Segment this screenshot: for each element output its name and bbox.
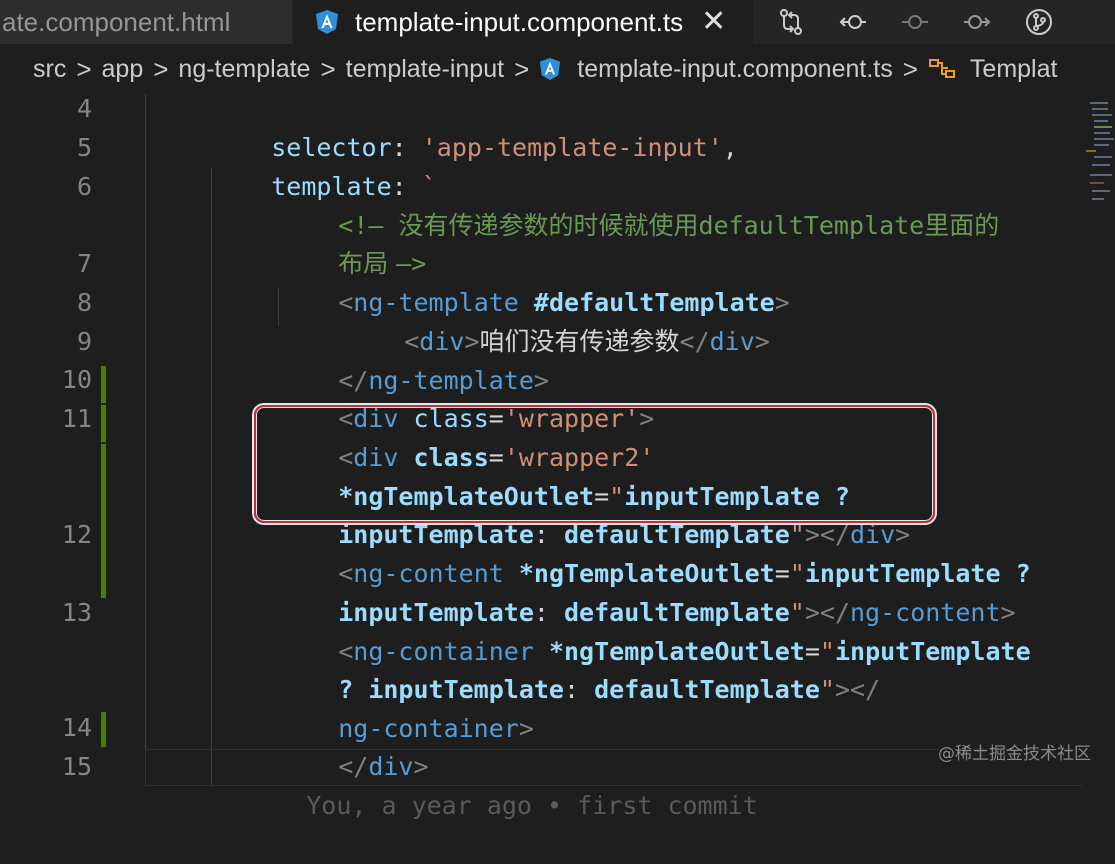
git-modified-bar [101, 366, 106, 403]
line-number: 14 [61, 713, 92, 742]
breadcrumb-item-app[interactable]: app [102, 55, 144, 84]
breadcrumb-item-symbol[interactable]: Templat [928, 55, 1057, 84]
code-line: </div> [338, 752, 429, 781]
code-line: <div class='wrapper'> [338, 404, 655, 433]
minimap[interactable] [1082, 94, 1115, 786]
next-change-button[interactable] [946, 0, 1008, 44]
tab-template-input-ts[interactable]: template-input.component.ts ✕ [293, 0, 753, 44]
line-number: 4 [76, 94, 92, 123]
breadcrumb-item-src[interactable]: src [33, 55, 66, 84]
line-number: 5 [76, 133, 92, 162]
code-editor[interactable]: 4 5 6 7 8 9 10 11 12 13 14 15 selector: … [0, 94, 1115, 820]
tab-bar: ate.component.html template-input.compon… [0, 0, 1115, 44]
line-number: 6 [76, 172, 92, 201]
tab-label: ate.component.html [2, 6, 231, 37]
line-number: 10 [61, 365, 92, 394]
code-line: inputTemplate: defaultTemplate"></ng-con… [338, 598, 1016, 627]
git-commit-icon [902, 15, 928, 29]
code-line: <!— 没有传递参数的时候就使用defaultTemplate里面的 [338, 211, 1000, 240]
code-line: 布局 —> [338, 249, 427, 278]
editor-actions [760, 0, 1070, 44]
tab-label: template-input.component.ts [355, 6, 684, 37]
angular-icon [540, 58, 561, 80]
line-number: 8 [76, 288, 92, 317]
line-number: 9 [76, 327, 92, 356]
breadcrumb-item-template-input[interactable]: template-input [346, 55, 504, 84]
code-line: </ng-template> [338, 366, 549, 395]
breadcrumb: src > app > ng-template > template-input… [0, 44, 1115, 94]
breadcrumb-separator: > [320, 53, 336, 84]
breadcrumb-separator: > [514, 53, 530, 84]
git-blame-annotation: You, a year ago • first commit [306, 791, 758, 820]
git-modified-bar [101, 405, 106, 442]
indent-guide [211, 168, 212, 786]
open-changes-button[interactable] [1008, 0, 1070, 44]
breadcrumb-item-ng-template[interactable]: ng-template [178, 55, 310, 84]
line-number: 7 [76, 249, 92, 278]
go-back-icon [839, 15, 866, 29]
git-branch-icon [1026, 9, 1052, 35]
breadcrumb-item-file[interactable]: template-input.component.ts [539, 55, 893, 84]
compare-changes-button[interactable] [760, 0, 822, 44]
code-line: <div>咱们没有传递参数</div> [404, 327, 770, 356]
indent-guide [145, 94, 146, 749]
code-line: ? inputTemplate: defaultTemplate"></ [338, 675, 881, 704]
previous-change-button[interactable] [822, 0, 884, 44]
code-line: <ng-template #defaultTemplate> [338, 288, 790, 317]
breadcrumb-separator: > [902, 53, 918, 84]
line-number: 12 [61, 520, 92, 549]
commit-button[interactable] [884, 0, 946, 44]
highlight-box [254, 405, 935, 523]
tab-template-input-html[interactable]: ate.component.html [0, 0, 292, 44]
code-line: selector: 'app-template-input', [271, 133, 738, 162]
code-line: <ng-container *ngTemplateOutlet="inputTe… [338, 637, 1031, 666]
git-modified-bar [101, 444, 106, 598]
line-number: 11 [61, 404, 92, 433]
line-number: 15 [61, 752, 92, 781]
watermark: @稀土掘金技术社区 [938, 744, 1091, 764]
close-icon[interactable]: ✕ [701, 7, 726, 37]
git-compare-icon [780, 9, 802, 35]
breadcrumb-separator: > [76, 53, 92, 84]
class-symbol-icon [928, 59, 955, 78]
code-line: template: ` [271, 172, 437, 201]
breadcrumb-separator: > [153, 53, 169, 84]
go-forward-icon [964, 15, 991, 29]
git-modified-bar [101, 712, 106, 747]
angular-icon [316, 10, 338, 34]
line-number: 13 [61, 598, 92, 627]
code-line: ng-container> [338, 714, 534, 743]
